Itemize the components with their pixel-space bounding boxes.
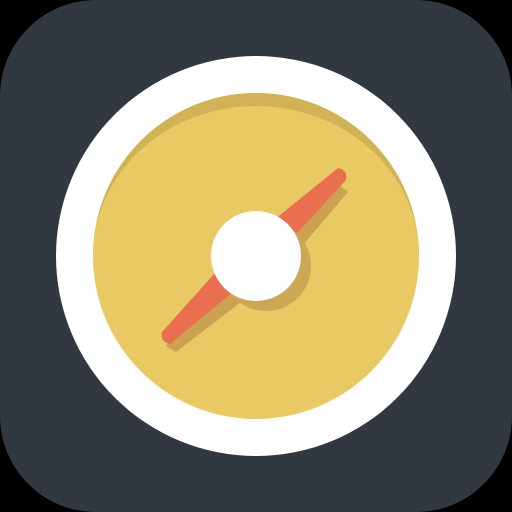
compass-app-icon[interactable] xyxy=(0,0,512,512)
compass-center xyxy=(211,211,301,301)
